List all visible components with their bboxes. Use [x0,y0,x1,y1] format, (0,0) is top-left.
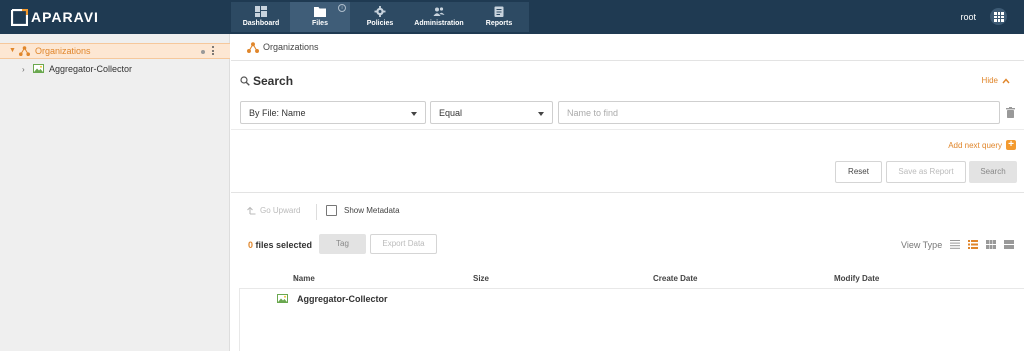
main-panel: Organizations Search Hide By File: Name … [231,34,1024,351]
clipboard-icon [494,6,504,17]
hide-label: Hide [981,76,998,85]
tag-button[interactable]: Tag [319,234,366,254]
show-metadata-checkbox[interactable] [326,205,337,216]
hide-search-button[interactable]: Hide [982,76,1010,85]
column-header-create-date[interactable]: Create Date [653,274,697,283]
divider [316,204,317,220]
search-title: Search [253,74,294,88]
tab-dashboard-label: Dashboard [242,20,280,27]
files-selected-count: 0 files selected [248,240,312,250]
tab-policies-label: Policies [366,20,394,27]
caret-down-icon [411,112,417,116]
compact-list-view-icon[interactable] [950,240,960,249]
search-button[interactable]: Search [969,161,1017,183]
tree-item-aggregator-collector[interactable]: › Aggregator-Collector [0,63,230,77]
dashboard-icon [255,6,267,17]
search-heading: Search [240,74,293,88]
more-options-icon[interactable] [211,46,215,56]
info-icon[interactable]: i [338,4,346,12]
gear-icon [374,6,386,17]
reset-button[interactable]: Reset [835,161,882,183]
tab-reports[interactable]: Reports [469,2,529,32]
tab-files[interactable]: Files i [290,2,350,32]
tab-dashboard[interactable]: Dashboard [231,2,291,32]
tree-item-label: Aggregator-Collector [49,64,133,74]
grid-view-icon[interactable] [986,240,996,249]
add-next-query-button[interactable]: Add next query + [948,140,1016,150]
breadcrumb-item[interactable]: Organizations [263,42,319,52]
sidebar-tree: ▼ Organizations › Aggregator-Collector [0,34,230,351]
tab-reports-label: Reports [485,20,513,27]
top-bar: APARAVI Dashboard Files i Policies Admin… [0,0,1024,34]
list-view-icon[interactable] [968,240,978,249]
go-upward-button[interactable]: Go Upward [247,206,300,215]
image-icon [33,64,44,73]
export-data-button[interactable]: Export Data [370,234,437,254]
divider [231,129,1024,130]
file-toolbar: Go Upward Show Metadata [231,193,1024,233]
view-type-label: View Type [901,240,943,250]
trash-icon[interactable] [1006,107,1015,118]
tree-item-organizations[interactable]: ▼ Organizations [0,43,230,59]
file-name[interactable]: Aggregator-Collector [297,294,388,304]
show-metadata-label: Show Metadata [344,206,400,215]
sort-arrow-icon: ↑ [293,274,297,283]
tab-files-label: Files [312,20,328,27]
selection-bar: 0 files selected Tag Export Data View Ty… [231,233,1024,261]
status-dot-icon [201,50,205,54]
organization-icon [19,46,30,56]
selected-count-suffix: files selected [253,240,313,250]
column-header-modify-date[interactable]: Modify Date [834,274,879,283]
table-row[interactable]: Aggregator-Collector [240,293,1024,309]
add-query-label: Add next query [948,140,1002,150]
search-panel: Search Hide By File: Name Equal Add next… [231,61,1024,193]
chevron-right-icon[interactable]: › [22,65,25,74]
tab-administration[interactable]: Administration [409,2,469,32]
caret-down-icon [538,112,544,116]
brand-name: APARAVI [31,9,99,25]
search-icon [240,76,250,86]
folder-icon [314,7,326,17]
plus-icon: + [1006,140,1016,150]
breadcrumb: Organizations [231,34,1024,61]
field-select[interactable]: By File: Name [240,101,426,124]
operator-select[interactable]: Equal [430,101,553,124]
users-icon [433,7,445,16]
tree-item-label: Organizations [35,46,91,56]
file-grid: Aggregator-Collector [239,288,1024,351]
save-as-report-button[interactable]: Save as Report [886,161,966,183]
logo-mark-icon [11,8,28,26]
field-select-value: By File: Name [249,108,306,118]
tab-policies[interactable]: Policies [350,2,410,32]
image-icon [277,294,288,303]
aparavi-logo[interactable]: APARAVI [11,8,99,26]
chevron-up-icon [1002,77,1010,83]
apps-grid-icon[interactable] [990,8,1007,25]
chevron-down-icon[interactable]: ▼ [9,47,16,54]
user-name[interactable]: root [960,12,976,22]
organization-icon [247,42,259,53]
file-grid-header: Name ↑ Size Create Date Modify Date [239,274,1024,287]
column-header-size[interactable]: Size [473,274,489,283]
show-metadata-toggle[interactable]: Show Metadata [326,205,400,216]
tile-view-icon[interactable] [1004,240,1014,249]
name-search-input[interactable] [558,101,1000,124]
go-upward-label: Go Upward [260,206,301,215]
operator-select-value: Equal [439,108,463,118]
level-up-icon [247,206,256,215]
tab-administration-label: Administration [414,20,464,27]
